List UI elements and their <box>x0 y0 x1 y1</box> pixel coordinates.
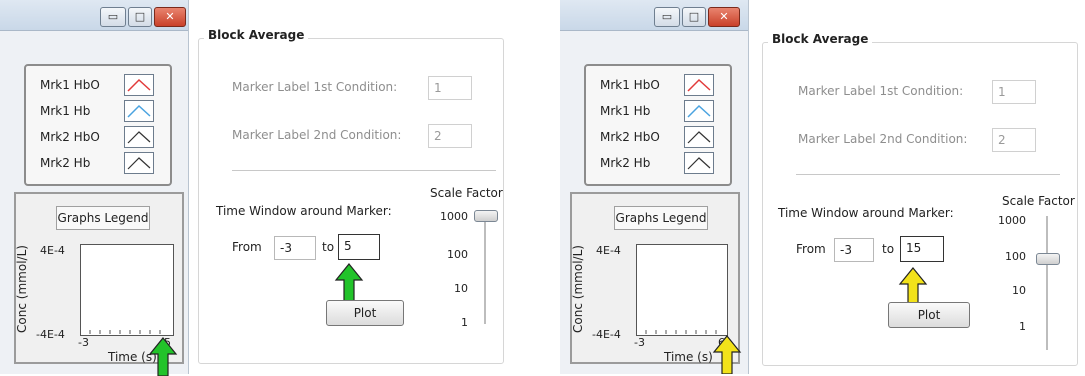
x-tick-min: -3 <box>634 336 645 349</box>
block-average-title: Block Average <box>768 32 873 46</box>
from-input[interactable]: -3 <box>274 236 316 260</box>
marker-label-1st-input[interactable]: 1 <box>428 76 472 100</box>
scale-tick-1000: 1000 <box>440 210 468 223</box>
close-button[interactable]: ✕ <box>708 7 740 27</box>
minimize-button[interactable]: ▭ <box>654 7 680 27</box>
to-label: to <box>882 242 895 256</box>
series-legend: Mrk1 HbO Mrk1 Hb Mrk2 HbO Mrk2 Hb <box>584 64 732 186</box>
plot-button[interactable]: Plot <box>326 300 404 326</box>
scale-tick-10: 10 <box>454 282 468 295</box>
y-axis-label: Conc (mmol/L) <box>14 245 29 333</box>
from-label: From <box>796 242 826 256</box>
scale-tick-10: 10 <box>1012 284 1026 297</box>
legend-label-mrk2-hb: Mrk2 Hb <box>600 156 651 170</box>
scale-slider-track[interactable] <box>484 210 486 324</box>
y-tick-top: 4E-4 <box>596 244 621 257</box>
scale-slider-thumb[interactable] <box>474 210 498 222</box>
legend-swatch-mrk1-hb <box>684 100 714 122</box>
legend-swatch-mrk1-hbo <box>124 74 154 96</box>
legend-label-mrk1-hb: Mrk1 Hb <box>600 104 651 118</box>
left-arrow-up-icon <box>148 337 178 376</box>
scale-tick-1: 1 <box>1019 320 1026 333</box>
legend-swatch-mrk1-hbo <box>684 74 714 96</box>
legend-swatch-mrk2-hb <box>684 152 714 174</box>
scale-slider-track[interactable] <box>1046 216 1048 350</box>
y-tick-bottom: -4E-4 <box>592 328 621 341</box>
block-average-title: Block Average <box>204 28 309 42</box>
legend-label-mrk1-hbo: Mrk1 HbO <box>600 78 660 92</box>
scale-tick-1: 1 <box>461 316 468 329</box>
marker-label-1st-input[interactable]: 1 <box>992 80 1036 104</box>
minimize-button[interactable]: ▭ <box>100 7 126 27</box>
legend-label-mrk1-hb: Mrk1 Hb <box>40 104 91 118</box>
maximize-button[interactable]: □ <box>682 7 706 27</box>
graphs-legend-button[interactable]: Graphs Legend <box>614 206 708 230</box>
legend-swatch-mrk2-hbo <box>684 126 714 148</box>
time-window-label: Time Window around Marker: <box>216 204 392 218</box>
legend-swatch-mrk2-hb <box>124 152 154 174</box>
marker-label-2nd: Marker Label 2nd Condition: <box>232 128 402 142</box>
marker-label-2nd-input[interactable]: 2 <box>992 128 1036 152</box>
maximize-button[interactable]: □ <box>128 7 152 27</box>
left-plot-area <box>80 244 174 336</box>
y-axis-label: Conc (mmol/L) <box>570 245 585 333</box>
series-legend: Mrk1 HbO Mrk1 Hb Mrk2 HbO Mrk2 Hb <box>24 64 172 186</box>
to-input[interactable]: 15 <box>900 236 944 262</box>
legend-swatch-mrk2-hbo <box>124 126 154 148</box>
left-arrow-up-icon-2 <box>334 263 364 303</box>
legend-label-mrk2-hbo: Mrk2 HbO <box>600 130 660 144</box>
x-axis-label: Time (s) <box>664 350 713 364</box>
to-input[interactable]: 5 <box>338 234 380 260</box>
separator <box>232 170 496 171</box>
scale-tick-100: 100 <box>1005 250 1026 263</box>
to-label: to <box>322 240 335 254</box>
legend-swatch-mrk1-hb <box>124 100 154 122</box>
close-button[interactable]: ✕ <box>154 7 186 27</box>
right-plot-area <box>636 244 728 336</box>
right-arrow-up-icon <box>712 335 742 374</box>
legend-label-mrk2-hbo: Mrk2 HbO <box>40 130 100 144</box>
scale-slider-thumb[interactable] <box>1036 252 1060 265</box>
marker-label-2nd: Marker Label 2nd Condition: <box>798 132 968 146</box>
legend-label-mrk2-hb: Mrk2 Hb <box>40 156 91 170</box>
legend-label-mrk1-hbo: Mrk1 HbO <box>40 78 100 92</box>
y-tick-top: 4E-4 <box>40 244 65 257</box>
marker-label-1st: Marker Label 1st Condition: <box>798 84 964 98</box>
marker-label-2nd-input[interactable]: 2 <box>428 124 472 148</box>
scale-factor-label: Scale Factor <box>1002 194 1075 208</box>
y-tick-bottom: -4E-4 <box>36 328 65 341</box>
scale-tick-1000: 1000 <box>998 214 1026 227</box>
x-tick-min: -3 <box>78 336 89 349</box>
graphs-legend-button[interactable]: Graphs Legend <box>56 206 150 230</box>
scale-factor-label: Scale Factor <box>430 186 503 200</box>
scale-tick-100: 100 <box>447 248 468 261</box>
from-input[interactable]: -3 <box>834 238 874 262</box>
separator <box>796 174 1060 175</box>
plot-button[interactable]: Plot <box>888 302 970 328</box>
marker-label-1st: Marker Label 1st Condition: <box>232 80 398 94</box>
from-label: From <box>232 240 262 254</box>
time-window-label: Time Window around Marker: <box>778 206 954 220</box>
